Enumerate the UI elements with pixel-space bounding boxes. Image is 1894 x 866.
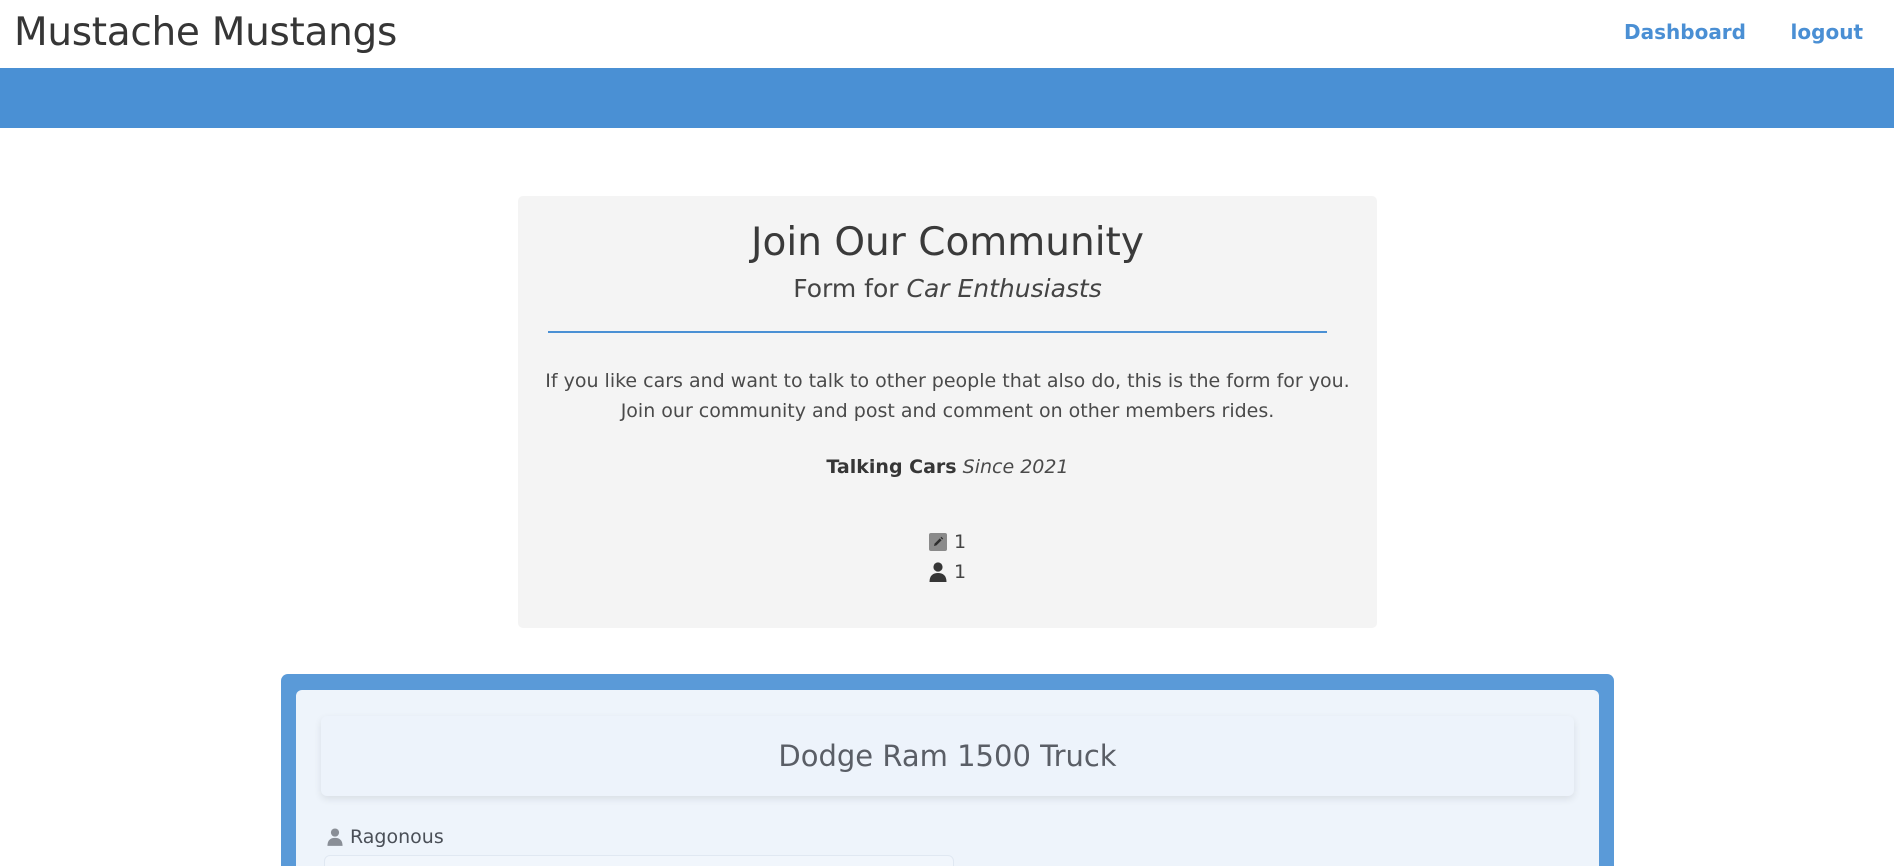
post-card[interactable]: Dodge Ram 1500 Truck Ragonous bbox=[296, 690, 1599, 866]
tagline-bold: Talking Cars bbox=[826, 456, 957, 478]
pencil-square-icon bbox=[928, 533, 947, 551]
post-count-stat: 1 bbox=[518, 529, 1377, 555]
post-count: 1 bbox=[953, 531, 967, 553]
community-intro-card: Join Our Community Form for Car Enthusia… bbox=[518, 196, 1377, 628]
site-brand[interactable]: Mustache Mustangs bbox=[14, 10, 397, 55]
post-title-box: Dodge Ram 1500 Truck bbox=[321, 716, 1574, 796]
post-author-name: Ragonous bbox=[350, 826, 444, 848]
intro-description-line-1: If you like cars and want to talk to oth… bbox=[545, 370, 1350, 392]
intro-tagline: Talking Cars Since 2021 bbox=[518, 456, 1377, 478]
user-icon bbox=[327, 828, 343, 846]
hero-band bbox=[0, 68, 1894, 128]
nav-dashboard-link[interactable]: Dashboard bbox=[1624, 20, 1746, 44]
user-icon bbox=[929, 562, 947, 582]
intro-subtitle: Form for Car Enthusiasts bbox=[518, 274, 1377, 303]
post-author: Ragonous bbox=[327, 826, 444, 848]
tagline-italic: Since 2021 bbox=[962, 456, 1069, 478]
post-content-box bbox=[324, 855, 954, 866]
intro-description-line-2: Join our community and post and comment … bbox=[620, 400, 1275, 422]
post-title[interactable]: Dodge Ram 1500 Truck bbox=[321, 716, 1574, 796]
post-card-frame: Dodge Ram 1500 Truck Ragonous bbox=[281, 674, 1614, 866]
intro-divider bbox=[548, 331, 1327, 333]
user-count: 1 bbox=[953, 561, 967, 583]
nav-logout-link[interactable]: logout bbox=[1791, 20, 1863, 44]
intro-subtitle-prefix: Form for bbox=[793, 274, 907, 303]
top-navbar: Mustache Mustangs Dashboard logout bbox=[0, 0, 1894, 68]
intro-subtitle-emphasis: Car Enthusiasts bbox=[906, 274, 1102, 303]
intro-title: Join Our Community bbox=[751, 220, 1144, 265]
intro-description: If you like cars and want to talk to oth… bbox=[538, 366, 1357, 426]
user-count-stat: 1 bbox=[518, 559, 1377, 585]
